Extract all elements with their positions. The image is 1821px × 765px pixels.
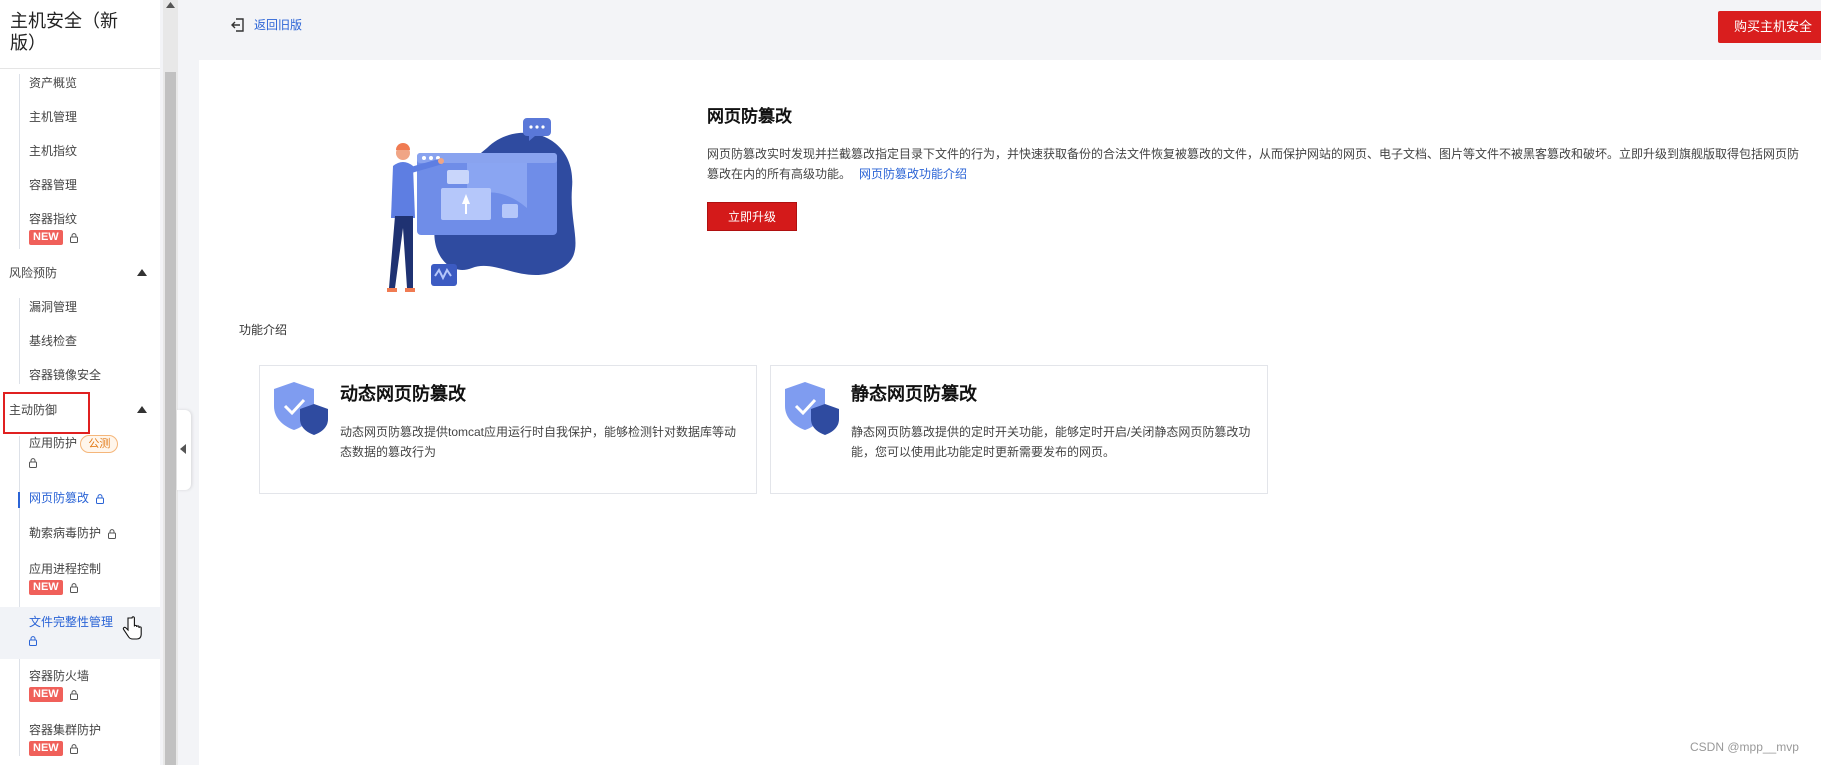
sidebar-item-label: 应用防护 (29, 436, 78, 450)
top-bar (195, 0, 1821, 58)
nav-guide-line (19, 436, 20, 756)
sidebar-item-container-management[interactable]: 容器管理 (29, 176, 77, 194)
sidebar-group-risk-prevention[interactable]: 风险预防 (9, 264, 57, 282)
back-to-old-version-link[interactable]: 返回旧版 (230, 16, 302, 33)
sidebar-item-label: 勒索病毒防护 (29, 526, 102, 540)
card-title: 静态网页防篡改 (851, 384, 977, 404)
sidebar-item-label: 网页防篡改 (29, 491, 90, 505)
sidebar-item-asset-overview[interactable]: 资产概览 (29, 74, 77, 92)
lock-icon (96, 493, 105, 504)
sidebar-item-label: 文件完整性管理 (29, 615, 114, 629)
sidebar-item-host-management[interactable]: 主机管理 (29, 108, 77, 126)
shield-check-icon (785, 382, 839, 435)
sidebar-item-container-image-security[interactable]: 容器镜像安全 (29, 366, 101, 384)
sidebar: 主机安全（新版） 资产概览 主机管理 主机指纹 容器管理 容器指纹 NEW 风险… (0, 0, 160, 765)
feature-intro-link[interactable]: 网页防篡改功能介绍 (859, 167, 967, 181)
lock-icon (70, 232, 79, 243)
exit-icon (231, 17, 244, 32)
sidebar-collapse-button[interactable] (177, 410, 191, 490)
sidebar-item-file-integrity[interactable]: 文件完整性管理 (29, 613, 113, 649)
lock-icon (70, 743, 79, 754)
sidebar-item-app-protection[interactable]: 应用防护 公测 (29, 434, 119, 471)
new-badge: NEW (29, 580, 63, 596)
sidebar-item-container-fingerprint[interactable]: 容器指纹 NEW (29, 210, 79, 246)
sidebar-item-container-firewall[interactable]: 容器防火墙 NEW (29, 667, 89, 703)
caret-up-icon[interactable] (137, 269, 147, 276)
new-badge: NEW (29, 687, 63, 703)
upgrade-now-button[interactable]: 立即升级 (707, 202, 797, 231)
sidebar-item-label: 容器防火墙 (29, 669, 90, 683)
lock-icon (29, 635, 37, 646)
card-description: 静态网页防篡改提供的定时开关功能，能够定时开启/关闭静态网页防篡改功能，您可以使… (851, 425, 1251, 459)
active-indicator (18, 492, 20, 508)
page-description: 网页防篡改实时发现并拦截篡改指定目录下文件的行为，并快速获取备份的合法文件恢复被… (707, 144, 1807, 184)
lock-icon (29, 457, 37, 468)
new-badge: NEW (29, 230, 63, 246)
page-title: 网页防篡改 (707, 107, 792, 126)
sidebar-item-host-fingerprint[interactable]: 主机指纹 (29, 142, 77, 160)
sidebar-item-cluster-protection[interactable]: 容器集群防护 NEW (29, 721, 101, 757)
lock-icon (108, 528, 117, 539)
shield-check-icon (274, 382, 328, 435)
lock-icon (70, 582, 79, 593)
watermark: CSDN @mpp__mvp (1690, 740, 1799, 754)
chevron-left-icon (180, 444, 186, 454)
sidebar-item-baseline-check[interactable]: 基线检查 (29, 332, 77, 350)
divider (0, 68, 160, 69)
lock-icon (70, 689, 79, 700)
sidebar-item-web-tamper-protection[interactable]: 网页防篡改 (29, 489, 105, 507)
highlight-box (3, 392, 90, 434)
sidebar-item-vulnerability-management[interactable]: 漏洞管理 (29, 298, 77, 316)
sidebar-item-label: 容器指纹 (29, 212, 78, 226)
beta-badge: 公测 (80, 434, 119, 453)
card-description: 动态网页防篡改提供tomcat应用运行时自我保护，能够检测针对数据库等动态数据的… (340, 425, 737, 459)
feature-card-dynamic: 动态网页防篡改 动态网页防篡改提供tomcat应用运行时自我保护，能够检测针对数… (259, 365, 757, 494)
nav-guide-line (19, 74, 20, 249)
sidebar-item-label: 应用进程控制 (29, 562, 102, 576)
sidebar-item-process-control[interactable]: 应用进程控制 NEW (29, 560, 101, 596)
sidebar-scrollbar-thumb[interactable] (165, 72, 176, 765)
sidebar-item-label: 容器集群防护 (29, 723, 102, 737)
card-title: 动态网页防篡改 (340, 384, 466, 404)
sidebar-title: 主机安全（新版） (10, 11, 118, 53)
buy-host-security-button[interactable]: 购买主机安全 (1718, 11, 1821, 43)
back-link-label: 返回旧版 (254, 18, 303, 32)
feature-card-static: 静态网页防篡改 静态网页防篡改提供的定时开关功能，能够定时开启/关闭静态网页防篡… (770, 365, 1268, 494)
nav-guide-line (19, 298, 20, 384)
section-heading: 功能介绍 (239, 323, 288, 337)
hand-cursor-icon (122, 616, 142, 640)
sidebar-item-ransomware-protection[interactable]: 勒索病毒防护 (29, 524, 117, 542)
caret-up-icon[interactable] (137, 406, 147, 413)
main-content: 网页防篡改 网页防篡改实时发现并拦截篡改指定目录下文件的行为，并快速获取备份的合… (199, 60, 1821, 765)
web-tamper-illustration (387, 118, 576, 292)
scroll-up-arrow-icon[interactable] (166, 2, 175, 8)
new-badge: NEW (29, 741, 63, 757)
